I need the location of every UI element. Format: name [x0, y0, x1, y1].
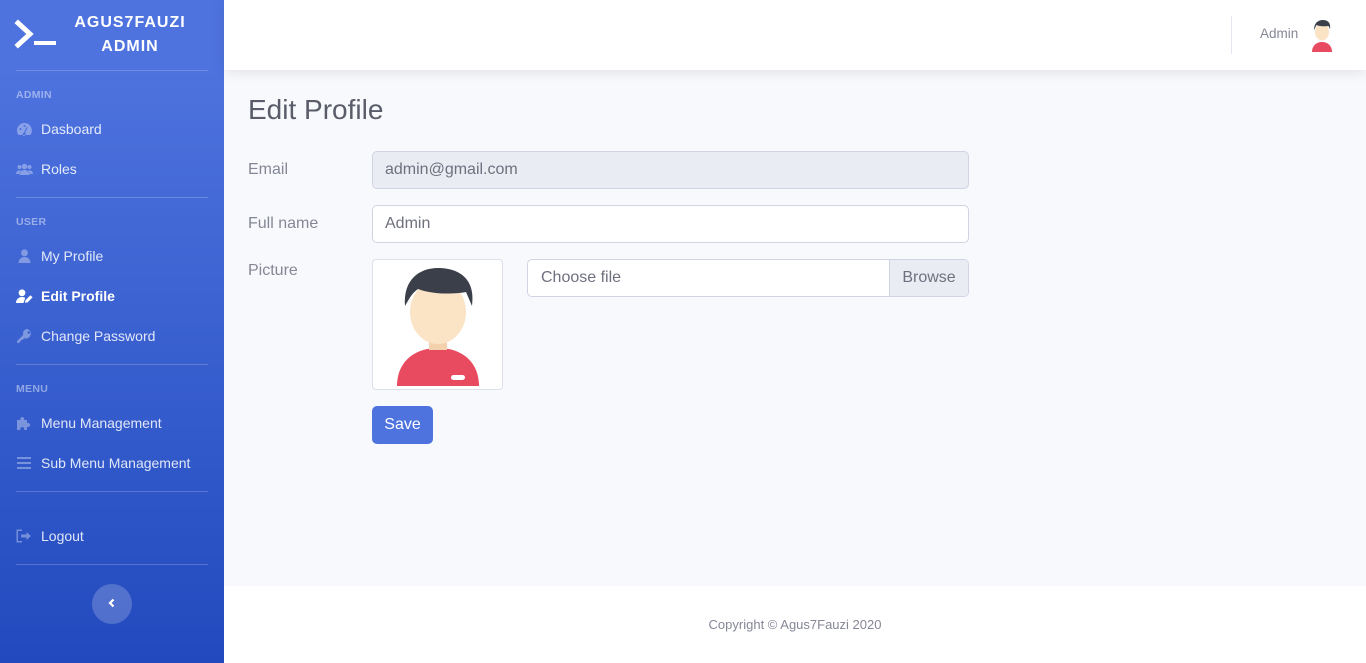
- chevron-left-icon: [107, 595, 117, 613]
- sidebar-item-sub-menu-management[interactable]: Sub Menu Management: [0, 443, 224, 483]
- browse-button[interactable]: Browse: [889, 260, 968, 296]
- terminal-icon: [14, 15, 58, 55]
- users-icon: [16, 162, 33, 176]
- sidebar-brand[interactable]: AGUS7FAUZI ADMIN: [0, 0, 224, 70]
- sidebar-item-dashboard[interactable]: Dasboard: [0, 109, 224, 149]
- email-label: Email: [248, 161, 289, 178]
- sidebar-item-label: My Profile: [41, 248, 104, 264]
- sidebar-item-label: Change Password: [41, 328, 156, 344]
- sidebar-item-label: Edit Profile: [41, 288, 115, 304]
- sidebar-item-label: Logout: [41, 528, 84, 544]
- sidebar-heading-user: USER: [16, 216, 47, 228]
- save-button[interactable]: Save: [372, 406, 433, 444]
- sidebar-item-label: Menu Management: [41, 415, 162, 431]
- email-value: admin@gmail.com: [385, 161, 518, 178]
- sidebar-heading-menu: MENU: [16, 383, 49, 395]
- sidebar-toggle-button[interactable]: [92, 584, 132, 624]
- picture-label: Picture: [248, 262, 298, 279]
- picture-file-input[interactable]: Choose file Browse: [527, 259, 969, 297]
- main-content: Edit Profile Email admin@gmail.com Full …: [224, 70, 1366, 586]
- avatar-icon[interactable]: [1308, 18, 1336, 52]
- full-name-value: Admin: [385, 215, 431, 232]
- sidebar-item-label: Sub Menu Management: [41, 455, 191, 471]
- sidebar-item-label: Dasboard: [41, 121, 102, 137]
- sign-out-icon: [16, 529, 33, 543]
- sidebar-heading-admin: ADMIN: [16, 89, 52, 101]
- sidebar-item-edit-profile[interactable]: Edit Profile: [0, 276, 224, 316]
- sidebar-item-change-password[interactable]: Change Password: [0, 316, 224, 356]
- bars-icon: [16, 456, 33, 470]
- topbar-divider: [1231, 16, 1232, 54]
- email-field: admin@gmail.com: [372, 151, 969, 189]
- full-name-field[interactable]: Admin: [372, 205, 969, 243]
- brand-line-2: ADMIN: [101, 38, 159, 55]
- file-placeholder[interactable]: Choose file: [528, 260, 889, 296]
- full-name-label: Full name: [248, 215, 319, 232]
- key-icon: [16, 329, 33, 343]
- sidebar-item-menu-management[interactable]: Menu Management: [0, 403, 224, 443]
- brand-line-1: AGUS7FAUZI: [74, 14, 186, 31]
- sidebar-item-logout[interactable]: Logout: [0, 516, 224, 556]
- user-icon: [16, 249, 33, 263]
- sidebar-divider: [16, 364, 208, 365]
- sidebar-divider: [16, 564, 208, 565]
- sidebar-item-label: Roles: [41, 161, 77, 177]
- copyright-text: Copyright © Agus7Fauzi 2020: [708, 617, 882, 632]
- footer: Copyright © Agus7Fauzi 2020: [224, 586, 1366, 663]
- topbar: Admin: [224, 0, 1366, 70]
- sidebar-divider: [16, 70, 208, 71]
- sidebar-item-my-profile[interactable]: My Profile: [0, 236, 224, 276]
- sidebar-divider: [16, 197, 208, 198]
- sidebar-item-roles[interactable]: Roles: [0, 149, 224, 189]
- topbar-user-name[interactable]: Admin: [1260, 26, 1298, 41]
- page-title: Edit Profile: [248, 94, 384, 125]
- user-edit-icon: [16, 289, 33, 303]
- tachometer-icon: [16, 122, 33, 136]
- sidebar: AGUS7FAUZI ADMIN ADMIN Dasboard Roles US…: [0, 0, 224, 663]
- brand-name: AGUS7FAUZI ADMIN: [60, 11, 224, 59]
- profile-picture: [372, 259, 503, 390]
- puzzle-icon: [16, 416, 33, 430]
